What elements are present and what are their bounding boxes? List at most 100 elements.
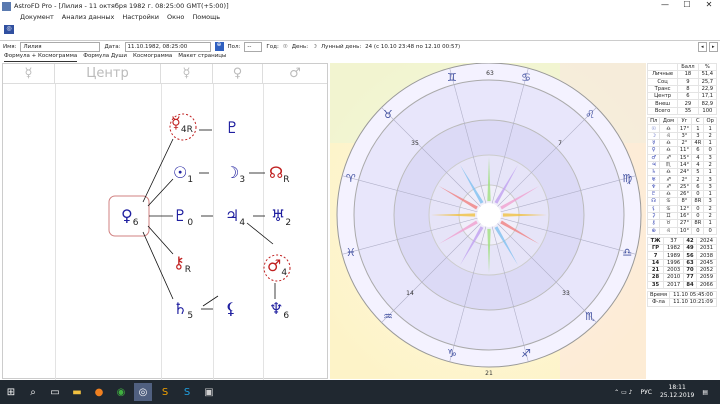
sex-label: Пол: [227,43,241,50]
table-cell: ♐ [659,182,678,192]
toolbar-chart-icon[interactable]: ◎ [4,25,14,34]
table-cell: ♊ [659,211,678,221]
table-cell: 0 [703,226,717,235]
node-mercury[interactable]: ☿4R [171,114,193,139]
sublime-icon[interactable]: S [156,383,174,401]
table-cell: 2 [691,175,705,184]
menu-document[interactable]: Документ [20,13,54,24]
minimize-button[interactable]: — [654,0,676,9]
firefox-icon[interactable]: ● [90,383,108,401]
planet-row: ♂ ♐ 15° 4 3 [646,153,717,162]
table-cell: 3 [703,197,717,206]
menu-window[interactable]: Окно [167,13,184,24]
node-jupiter[interactable]: ♃4 [225,207,245,232]
table-cell: ⚷ [646,219,661,228]
node-chiron[interactable]: ⚷R [173,254,191,279]
start-button[interactable]: ⊞ [2,383,20,401]
table-cell: ♎ [659,168,678,177]
node-venus-center[interactable]: ♀6 [121,207,138,232]
table-cell: 17° [676,124,693,133]
table-cell: 3 [703,153,717,162]
zodiac-sign-glyph: ♍ [622,172,632,185]
node-sun[interactable]: ☉1 [173,164,193,189]
close-button[interactable]: ✕ [698,0,720,9]
language-indicator[interactable]: РУС [641,389,652,396]
table-cell: 0 [691,204,705,213]
table-cell: ♋ [659,197,678,206]
time-row: Ф-ла 11.10 10:21:09 [646,298,717,307]
node-north-node[interactable]: ☊R [269,164,289,189]
node-uranus[interactable]: ♅2 [271,207,291,232]
table-cell: 2045 [695,258,718,268]
zodiac-sign-glyph: ♑ [447,347,457,360]
table-cell: 1 [691,124,705,133]
title-bar: AstroFD Pro - [Лилия - 11 октября 1982 г… [0,0,720,13]
chrome-icon[interactable]: ◉ [112,383,130,401]
clock[interactable]: 18:11 25.12.2019 [660,384,694,400]
table-cell: 3° [676,131,693,140]
node-pluto-0[interactable]: ♇0 [173,207,193,232]
table-cell: Всего [646,106,679,116]
nav-buttons: ◂ ▸ [698,42,718,52]
node-moon[interactable]: ☽3 [225,164,245,189]
table-cell: 15° [676,153,693,162]
task-view-icon[interactable]: ▭ [46,383,64,401]
table-cell: ♌ [659,226,678,235]
degree-label: 63 [486,70,494,77]
table-cell: 0 [691,190,705,199]
table-cell: 8 [677,84,699,94]
astrofd-icon[interactable]: ◎ [134,383,152,401]
table-cell: 0 [691,226,705,235]
lunar-day-label: Лунный день: [321,43,362,50]
table-cell: 1 [703,168,717,177]
menu-settings[interactable]: Настройки [122,13,159,24]
table-cell: Ор [703,117,717,126]
menu-bar: Документ Анализ данных Настройки Окно По… [0,13,220,24]
menu-analysis[interactable]: Анализ данных [62,13,115,24]
search-icon[interactable]: ⌕ [24,383,42,401]
table-cell: 100 [697,106,718,116]
input-bar: Имя: Лилия Дата: 11.10.1982, 08:25:00 ⊕ … [0,40,720,52]
table-cell: Ф-ла [646,298,671,307]
tab-formula-cosmogram[interactable]: Формула + Космограмма [4,53,78,62]
moon-icon: ☽ [312,43,318,50]
globe-icon[interactable]: ⊕ [214,42,224,51]
skype-icon[interactable]: S [178,383,196,401]
app-icon[interactable]: ▣ [200,383,218,401]
planets-header: Пл Дом Уг С Ор [646,117,717,126]
notifications-icon[interactable]: ▤ [702,389,708,396]
table-cell: 12° [676,204,693,213]
menu-help[interactable]: Помощь [192,13,220,24]
date-input[interactable]: 11.10.1982, 08:25:00 [124,41,211,52]
node-neptune[interactable]: ♆6 [269,300,289,325]
tab-cosmogram[interactable]: Космограмма [133,53,172,62]
table-cell: 2° [676,138,693,148]
year-row: 21 2003 70 2052 [646,265,718,275]
degree-label: 21 [485,370,493,377]
tab-soul-formula[interactable]: Формула Души [83,53,127,62]
table-cell: 2° [676,175,693,184]
tab-page-layout[interactable]: Макет страницы [178,53,226,62]
degree-label: 33 [562,290,570,297]
table-cell: 9 [677,77,699,86]
node-saturn[interactable]: ♄5 [173,300,193,325]
maximize-button[interactable]: ☐ [676,0,698,9]
table-cell: 49 [683,244,697,253]
zodiac-sign-glyph: ♌ [585,108,595,121]
name-input[interactable]: Лилия [20,41,101,52]
node-pluto[interactable]: ♇ [225,119,239,137]
next-button[interactable]: ▸ [709,42,718,52]
table-cell: ♏ [659,160,678,170]
node-lilith[interactable]: ⚸ [225,300,237,318]
table-cell: 2031 [695,244,718,253]
scores-header: Балл% [646,62,718,72]
table-cell: Уг [676,117,693,126]
natal-wheel[interactable]: ♈ ♉ ♊ ♋ ♌ ♍ ♎ ♏ ♐ ♑ ♒ ♓ 63 21 33 14 7 35 [330,62,646,379]
sex-select[interactable]: -- [244,41,263,52]
explorer-icon[interactable]: ▬ [68,383,86,401]
table-cell: 1 [703,190,717,199]
table-cell: 2066 [695,280,718,289]
node-mars[interactable]: ♂4 [267,257,287,282]
tray-icons[interactable]: ⌃ ▭ ♪ [614,389,632,396]
prev-button[interactable]: ◂ [698,42,707,52]
